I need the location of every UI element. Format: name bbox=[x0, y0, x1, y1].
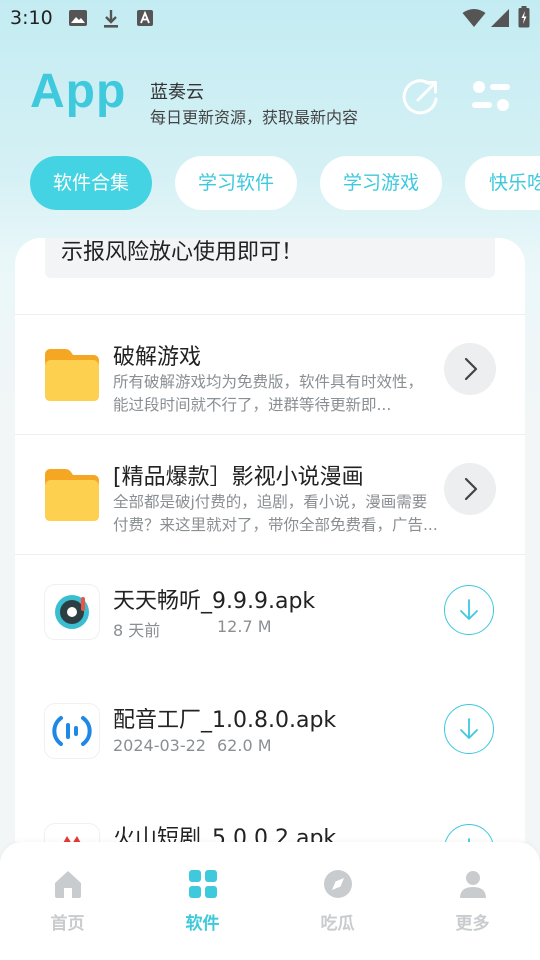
image-notification-icon bbox=[69, 10, 87, 26]
file-name: 配音工厂_1.0.8.0.apk bbox=[113, 708, 337, 733]
file-row[interactable]: 火山短剧_5.0.0.2.apk bbox=[15, 794, 525, 842]
nav-software[interactable]: 软件 bbox=[135, 842, 270, 960]
sliders-icon bbox=[472, 81, 510, 111]
chevron-right-icon bbox=[464, 357, 478, 381]
share-icon bbox=[402, 79, 438, 115]
nav-label: 吃瓜 bbox=[320, 914, 355, 934]
file-name: 火山短剧_5.0.0.2.apk bbox=[113, 826, 337, 842]
volcano-icon bbox=[45, 824, 99, 842]
status-time: 3:10 bbox=[10, 7, 53, 29]
download-arrow-icon bbox=[460, 599, 478, 620]
notice-box: 示报风险放心使用即可！ bbox=[45, 238, 495, 278]
file-row[interactable]: 天天畅听_9.9.9.apk 8 天前 12.7 M bbox=[15, 555, 525, 673]
notice-text: 示报风险放心使用即可！ bbox=[61, 240, 304, 265]
folder-description: 全部都是破j付费的，追剧，看小说，漫画需要 付费？来这里就对了，带你全部免费看，… bbox=[113, 493, 438, 534]
music-player-icon bbox=[45, 585, 99, 639]
file-size: 12.7 M bbox=[217, 617, 272, 636]
share-button[interactable] bbox=[402, 78, 440, 116]
home-icon bbox=[55, 871, 81, 898]
open-folder-button[interactable] bbox=[444, 463, 496, 515]
grid-icon bbox=[189, 870, 217, 898]
font-notification-icon bbox=[137, 10, 153, 26]
folder-icon bbox=[45, 349, 99, 401]
download-arrow-icon bbox=[460, 718, 478, 739]
folder-description: 所有破解游戏均为免费版，软件具有时效性， 能过段时间就不行了，进群等待更新即..… bbox=[113, 373, 424, 414]
file-row[interactable]: 配音工厂_1.0.8.0.apk 2024-03-22 62.0 M bbox=[15, 674, 525, 792]
folder-row-cracked-games[interactable]: 破解游戏 所有破解游戏均为免费版，软件具有时效性， 能过段时间就不行了，进群等待… bbox=[15, 315, 525, 433]
file-size: 62.0 M bbox=[217, 736, 272, 755]
download-arrow-icon bbox=[468, 838, 470, 842]
tab-study-software[interactable]: 学习软件 bbox=[175, 156, 297, 210]
chevron-right-icon bbox=[464, 477, 478, 501]
category-tabs: 软件合集 学习软件 学习游戏 快乐吃 bbox=[30, 156, 540, 210]
header-subtitle: 每日更新资源，获取最新内容 bbox=[150, 108, 359, 127]
folder-title: 破解游戏 bbox=[113, 345, 202, 370]
folder-title: [精品爆款］影视小说漫画 bbox=[113, 465, 364, 490]
wifi-icon bbox=[462, 9, 486, 27]
tab-software-collection[interactable]: 软件合集 bbox=[30, 156, 152, 210]
settings-menu-button[interactable] bbox=[470, 76, 512, 116]
tab-study-games[interactable]: 学习游戏 bbox=[320, 156, 442, 210]
bottom-navigation: 首页 软件 吃瓜 更多 bbox=[0, 842, 540, 960]
download-button[interactable] bbox=[444, 704, 494, 754]
battery-icon bbox=[518, 6, 530, 28]
nav-more[interactable]: 更多 bbox=[405, 842, 540, 960]
open-folder-button[interactable] bbox=[444, 343, 496, 395]
nav-gossip[interactable]: 吃瓜 bbox=[270, 842, 405, 960]
download-notification-icon bbox=[104, 10, 118, 28]
folder-row-video-novel-comics[interactable]: [精品爆款］影视小说漫画 全部都是破j付费的，追剧，看小说，漫画需要 付费？来这… bbox=[15, 435, 525, 553]
download-button[interactable] bbox=[444, 824, 494, 842]
file-date: 2024-03-22 bbox=[113, 736, 206, 755]
file-date: 8 天前 bbox=[113, 621, 161, 640]
tab-happy-eating[interactable]: 快乐吃 bbox=[465, 156, 540, 210]
signal-icon bbox=[491, 9, 509, 27]
nav-label: 软件 bbox=[185, 914, 220, 934]
download-button[interactable] bbox=[444, 585, 494, 635]
app-logo: App bbox=[30, 65, 127, 118]
voice-wave-icon bbox=[45, 704, 99, 758]
file-name: 天天畅听_9.9.9.apk bbox=[113, 589, 316, 614]
user-icon bbox=[460, 871, 486, 898]
status-bar: 3:10 bbox=[0, 0, 540, 38]
nav-home[interactable]: 首页 bbox=[0, 842, 135, 960]
nav-label: 更多 bbox=[455, 914, 490, 934]
nav-label: 首页 bbox=[50, 914, 85, 934]
compass-icon bbox=[324, 870, 352, 898]
folder-icon bbox=[45, 469, 99, 521]
content-card: 示报风险放心使用即可！ 破解游戏 所有破解游戏均为免费版，软件具有时效性， 能过… bbox=[15, 238, 525, 842]
header-title: 蓝奏云 bbox=[150, 82, 204, 103]
